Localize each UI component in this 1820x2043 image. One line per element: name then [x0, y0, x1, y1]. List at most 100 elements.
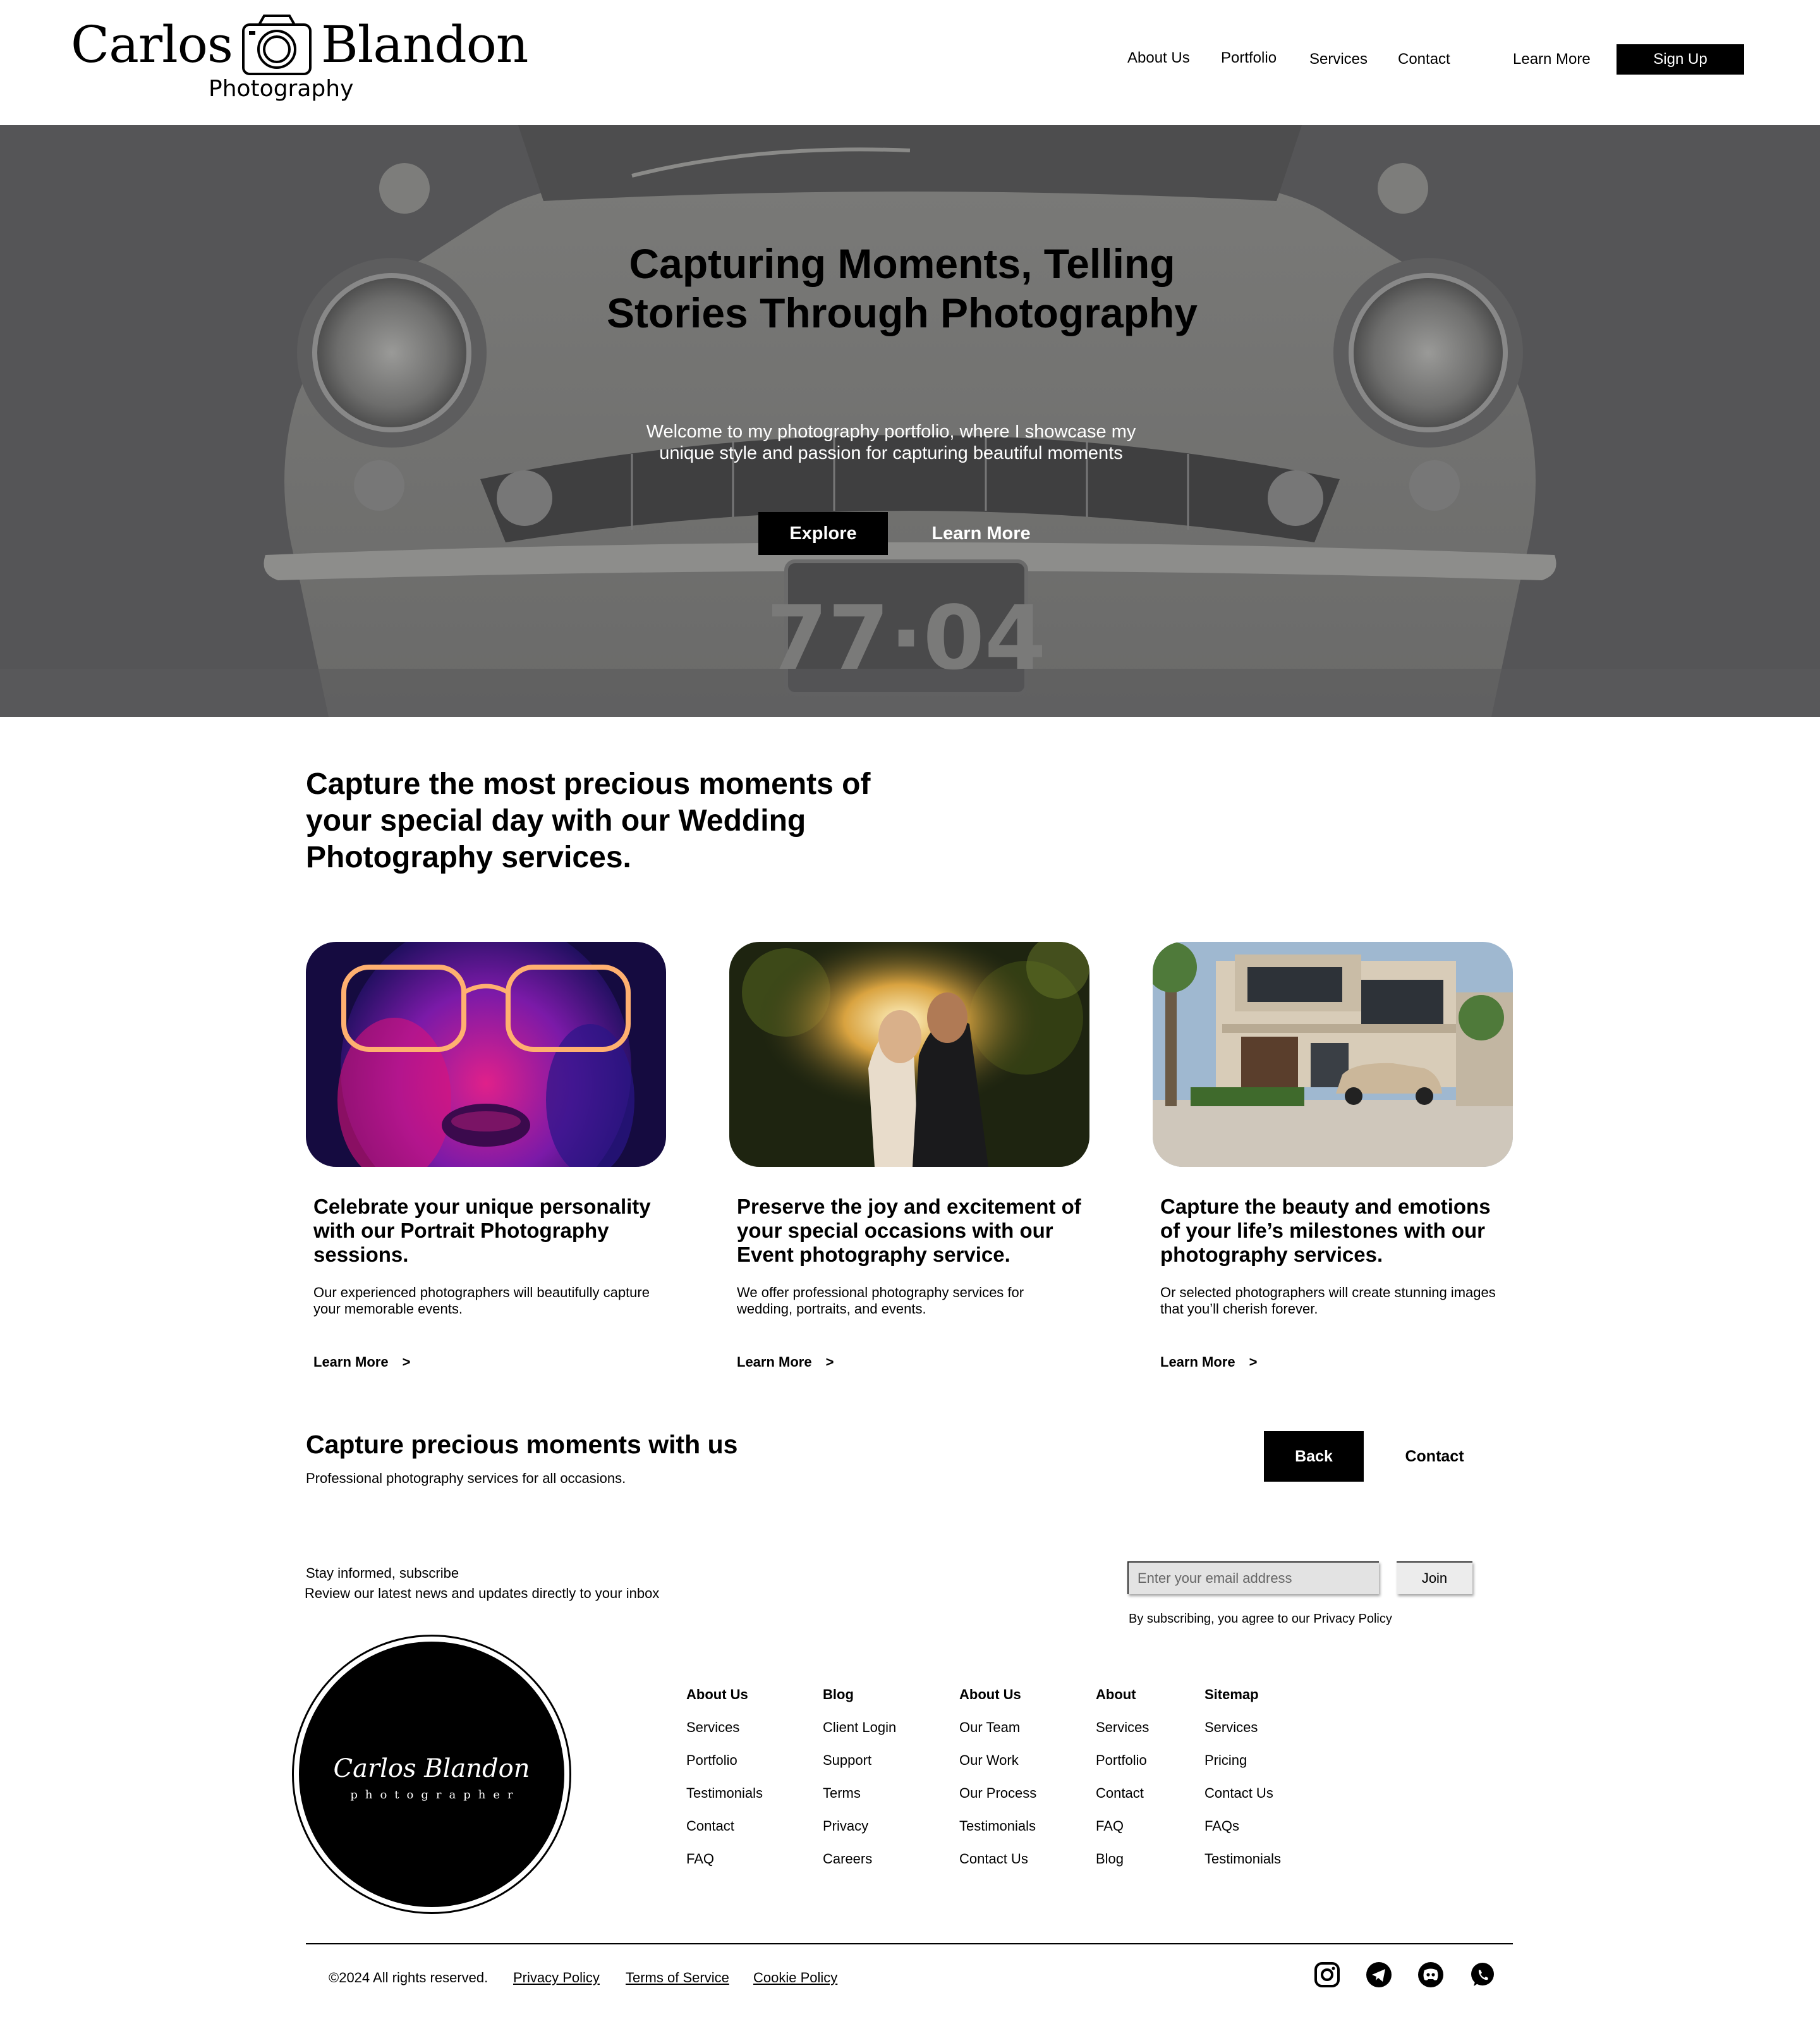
service-card-portrait: Celebrate your unique personality with o… — [306, 942, 666, 1370]
logo-last-name: Blandon — [320, 15, 528, 74]
footer-column-1: About Us Services Portfolio Testimonials… — [686, 1686, 763, 1884]
instagram-icon[interactable] — [1313, 1961, 1341, 1989]
card-text: We offer professional photography servic… — [737, 1284, 1024, 1317]
footer-divider — [306, 1943, 1513, 1944]
chevron-right-icon: > — [402, 1354, 411, 1370]
footer-link[interactable]: Services — [686, 1719, 763, 1752]
footer-heading: About — [1096, 1686, 1136, 1702]
card-learn-more-link[interactable]: Learn More > — [313, 1354, 410, 1370]
footer-heading: Blog — [823, 1686, 854, 1702]
footer-column-4: About Services Portfolio Contact FAQ Blo… — [1096, 1686, 1149, 1884]
footer-column-2: Blog Client Login Support Terms Privacy … — [823, 1686, 896, 1884]
wedding-services-heading: Capture the most precious moments of you… — [306, 767, 871, 874]
modern-house-image — [1153, 942, 1513, 1167]
footer-column-3: About Us Our Team Our Work Our Process T… — [959, 1686, 1036, 1884]
card-learn-more-link[interactable]: Learn More > — [737, 1354, 834, 1370]
footer-link[interactable]: Testimonials — [686, 1785, 763, 1818]
camera-icon — [241, 15, 312, 75]
chevron-right-icon: > — [1249, 1354, 1258, 1370]
footer-link[interactable]: Contact — [1096, 1785, 1149, 1818]
footer-heading: Sitemap — [1204, 1686, 1259, 1702]
cta-subtitle: Professional photography services for al… — [306, 1470, 626, 1486]
footer-link[interactable]: Our Team — [959, 1719, 1036, 1752]
footer-link[interactable]: Blog — [1096, 1851, 1149, 1884]
join-button[interactable]: Join — [1397, 1561, 1472, 1594]
cookie-policy-link[interactable]: Cookie Policy — [753, 1970, 837, 1986]
email-field[interactable] — [1127, 1561, 1379, 1594]
footer-link[interactable]: FAQ — [686, 1851, 763, 1884]
site-header: Carlos Blandon Photography About Us Port… — [0, 0, 1820, 125]
event-photo — [729, 942, 1089, 1167]
privacy-policy-link[interactable]: Privacy Policy — [513, 1970, 600, 1986]
footer-link[interactable]: Testimonials — [959, 1818, 1036, 1851]
footer-link[interactable]: FAQ — [1096, 1818, 1149, 1851]
footer-link[interactable]: Contact Us — [1204, 1785, 1281, 1818]
chevron-right-icon: > — [825, 1354, 834, 1370]
footer-link[interactable]: Testimonials — [1204, 1851, 1281, 1884]
footer-link[interactable]: Client Login — [823, 1719, 896, 1752]
footer-link[interactable]: Portfolio — [1096, 1752, 1149, 1785]
portrait-photo — [306, 942, 666, 1167]
footer-link[interactable]: FAQs — [1204, 1818, 1281, 1851]
footer-logo-sub: photographer — [350, 1788, 521, 1802]
service-card-milestones: Capture the beauty and emotions of your … — [1153, 942, 1513, 1370]
footer-heading: About Us — [686, 1686, 748, 1702]
footer-column-5: Sitemap Services Pricing Contact Us FAQs… — [1204, 1686, 1281, 1884]
footer-link[interactable]: Privacy — [823, 1818, 896, 1851]
card-title: Celebrate your unique personality with o… — [313, 1195, 651, 1266]
card-text: Our experienced photographers will beaut… — [313, 1284, 650, 1317]
logo-tagline: Photography — [209, 76, 354, 102]
service-card-event: Preserve the joy and excitement of your … — [729, 942, 1089, 1370]
footer-link[interactable]: Portfolio — [686, 1752, 763, 1785]
footer-link[interactable]: Careers — [823, 1851, 896, 1884]
footer-link[interactable]: Terms — [823, 1785, 896, 1818]
milestones-photo — [1153, 942, 1513, 1167]
whatsapp-icon[interactable] — [1469, 1961, 1496, 1989]
wedding-couple-image — [729, 942, 1089, 1167]
copyright-text: ©2024 All rights reserved. — [329, 1970, 488, 1985]
footer-logo-disc: Carlos Blandon photographer — [299, 1642, 564, 1907]
footer-link[interactable]: Contact — [686, 1818, 763, 1851]
footer-link[interactable]: Our Work — [959, 1752, 1036, 1785]
footer-link[interactable]: Services — [1096, 1719, 1149, 1752]
footer-link[interactable]: Contact Us — [959, 1851, 1036, 1884]
nav-services[interactable]: Services — [1309, 51, 1368, 68]
card-learn-more-link[interactable]: Learn More > — [1160, 1354, 1257, 1370]
nav-contact[interactable]: Contact — [1398, 51, 1450, 68]
hero-learn-more-button[interactable]: Learn More — [910, 512, 1052, 555]
card-title: Capture the beauty and emotions of your … — [1160, 1195, 1491, 1266]
logo-row: Carlos Blandon — [71, 10, 528, 80]
footer-link[interactable]: Support — [823, 1752, 896, 1785]
brand-logo[interactable]: Carlos Blandon Photography — [71, 10, 528, 111]
card-text: Or selected photographers will create st… — [1160, 1284, 1496, 1317]
card-title: Preserve the joy and excitement of your … — [737, 1195, 1081, 1266]
cta-title: Capture precious moments with us — [306, 1430, 738, 1459]
explore-button[interactable]: Explore — [758, 512, 888, 555]
nav-about-us[interactable]: About Us — [1127, 49, 1190, 67]
footer-logo-badge[interactable]: Carlos Blandon photographer — [292, 1635, 571, 1914]
subscribe-text: Review our latest news and updates direc… — [305, 1585, 660, 1601]
nav-portfolio[interactable]: Portfolio — [1221, 49, 1277, 67]
footer-link[interactable]: Our Process — [959, 1785, 1036, 1818]
subscribe-privacy-note: By subscribing, you agree to our Privacy… — [1129, 1612, 1392, 1626]
footer-link[interactable]: Pricing — [1204, 1752, 1281, 1785]
telegram-icon[interactable] — [1365, 1961, 1393, 1989]
terms-of-service-link[interactable]: Terms of Service — [626, 1970, 729, 1986]
subscribe-title: Stay informed, subscribe — [306, 1565, 459, 1581]
footer-link[interactable]: Services — [1204, 1719, 1281, 1752]
back-button[interactable]: Back — [1264, 1431, 1364, 1482]
hero-section: 77·04 Capturing Moments, Telling Stories… — [0, 125, 1820, 717]
link-label: Learn More — [1160, 1354, 1235, 1370]
link-label: Learn More — [737, 1354, 812, 1370]
link-label: Learn More — [313, 1354, 389, 1370]
hero-description: Welcome to my photography portfolio, whe… — [646, 422, 1136, 463]
logo-first-name: Carlos — [71, 15, 233, 74]
footer-heading: About Us — [959, 1686, 1021, 1702]
hero-title: Capturing Moments, Telling Stories Throu… — [607, 240, 1198, 336]
nav-learn-more[interactable]: Learn More — [1513, 51, 1591, 68]
portrait-neon-image — [306, 942, 666, 1167]
contact-button[interactable]: Contact — [1378, 1431, 1491, 1482]
footer-logo-name: Carlos Blandon — [333, 1754, 530, 1783]
discord-icon[interactable] — [1417, 1961, 1445, 1989]
sign-up-button[interactable]: Sign Up — [1617, 44, 1744, 75]
